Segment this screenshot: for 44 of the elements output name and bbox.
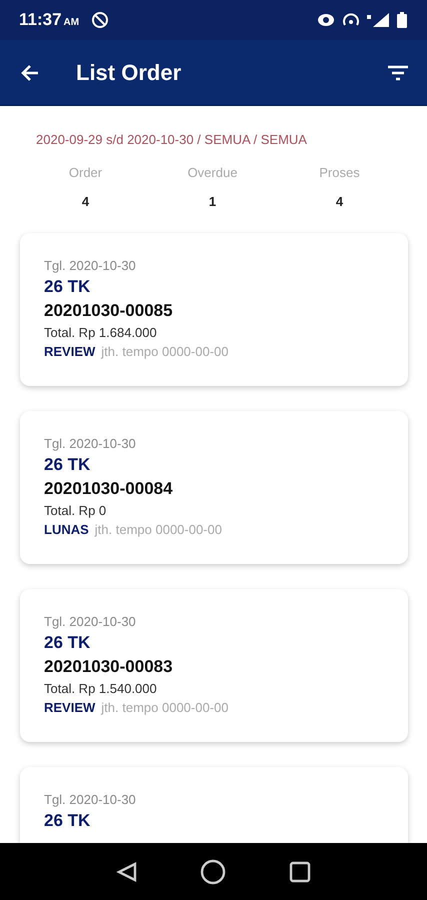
order-number: 20201030-00084 (44, 479, 174, 499)
order-status: REVIEW (44, 344, 96, 359)
stat-label: Overdue (188, 165, 238, 180)
due-date: jth. tempo 0000-00-00 (94, 522, 222, 537)
due-date: jth. tempo 0000-00-00 (101, 700, 228, 715)
due-date: jth. tempo 0000-00-00 (101, 344, 228, 359)
recents-square-icon[interactable] (288, 860, 311, 882)
signal-icon (367, 13, 389, 27)
order-number: 20201030-00085 (44, 301, 174, 321)
order-total: Total. Rp 0 (44, 503, 108, 518)
filter-summary: 2020-09-29 s/d 2020-10-30 / SEMUA / SEMUA (35, 131, 308, 147)
customer-name: 26 TK (44, 455, 92, 475)
screen-title: List Order (76, 60, 182, 86)
order-date: Tgl. 2020-10-30 (44, 614, 137, 629)
order-date: Tgl. 2020-10-30 (44, 436, 137, 451)
stat-label: Order (68, 165, 102, 180)
order-total: Total. Rp 1.684.000 (44, 325, 158, 340)
hotspot-icon (343, 13, 359, 27)
customer-name: 26 TK (44, 811, 92, 831)
order-card[interactable]: Tgl. 2020-10-30 26 TK (20, 767, 408, 843)
eye-icon (317, 13, 335, 27)
stat-value: 4 (336, 194, 344, 209)
order-date: Tgl. 2020-10-30 (44, 792, 137, 807)
filter-icon (387, 64, 409, 80)
customer-name: 26 TK (44, 277, 92, 297)
clock-time: 11:37 (19, 10, 62, 30)
order-status: REVIEW (44, 700, 96, 715)
order-number: 20201030-00083 (44, 657, 174, 677)
back-arrow-icon (20, 62, 40, 82)
stat-value: 4 (82, 194, 90, 209)
no-sync-icon (91, 11, 110, 29)
stat-label: Proses (319, 165, 360, 180)
battery-icon (397, 12, 407, 28)
clock-ampm: AM (64, 16, 80, 28)
order-total: Total. Rp 1.540.000 (44, 681, 158, 696)
order-status: LUNAS (44, 522, 89, 537)
stat-value: 1 (208, 194, 216, 209)
customer-name: 26 TK (44, 633, 92, 653)
order-card[interactable]: Tgl. 2020-10-30 26 TK 20201030-00084 Total. Rp 0 LUNAS jth. tempo 0000-00-00 (20, 411, 408, 564)
home-circle-icon[interactable] (200, 858, 226, 884)
order-date: Tgl. 2020-10-30 (44, 258, 137, 273)
order-card[interactable]: Tgl. 2020-10-30 26 TK 20201030-00083 Total. Rp 1.540.000 REVIEW jth. tempo 0000-00-00 (20, 589, 408, 742)
back-triangle-icon[interactable] (116, 860, 138, 882)
order-card[interactable]: Tgl. 2020-10-30 26 TK 20201030-00085 Total. Rp 1.684.000 REVIEW jth. tempo 0000-00-00 (20, 233, 408, 386)
